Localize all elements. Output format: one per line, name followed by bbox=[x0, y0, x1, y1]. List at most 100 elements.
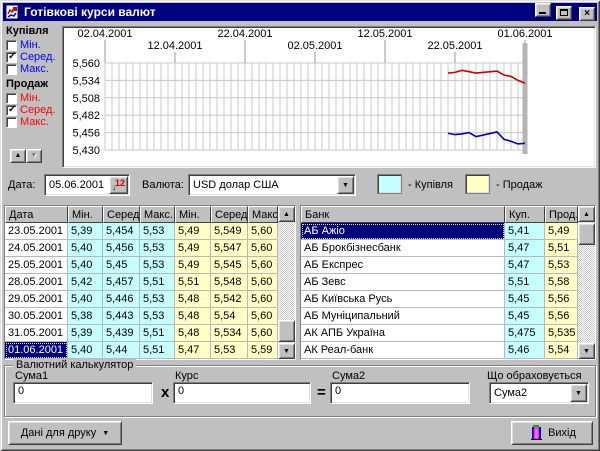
rates-cell[interactable]: 5,542 bbox=[211, 291, 248, 308]
banks-row[interactable]: АБ Зевс5,515,58 bbox=[301, 274, 595, 291]
rates-cell[interactable]: 5,48 bbox=[175, 291, 211, 308]
rates-cell[interactable]: 30.05.2001 bbox=[5, 308, 68, 325]
rates-row[interactable]: 31.05.20015,395,4395,515,485,5345,60 bbox=[5, 325, 295, 342]
banks-row[interactable]: АБ Експрес5,475,53 bbox=[301, 257, 595, 274]
calc-mode-select[interactable]: Сума2 ▼ bbox=[489, 382, 589, 404]
close-button[interactable]: × bbox=[579, 7, 595, 21]
rates-cell[interactable]: 5,454 bbox=[103, 223, 140, 240]
banks-cell[interactable]: АБ Експрес bbox=[301, 257, 505, 274]
rates-row[interactable]: 01.06.20015,405,445,515,475,535,59 bbox=[5, 342, 295, 359]
rates-cell[interactable]: 31.05.2001 bbox=[5, 325, 68, 342]
rates-cell[interactable]: 5,446 bbox=[103, 291, 140, 308]
rates-header-cell[interactable]: Дата bbox=[5, 206, 68, 223]
banks-row[interactable]: АБ Ажіо5,415,49 bbox=[301, 223, 595, 240]
banks-header-cell[interactable]: Банк bbox=[301, 206, 505, 223]
rates-cell[interactable]: 5,40 bbox=[68, 257, 103, 274]
banks-cell[interactable]: 5,51 bbox=[505, 274, 545, 291]
banks-cell[interactable]: 5,47 bbox=[505, 240, 545, 257]
scroll-up-icon[interactable]: ▲ bbox=[578, 206, 595, 222]
banks-cell[interactable]: 5,535 bbox=[545, 325, 578, 342]
scroll-right-button[interactable]: ▼ bbox=[26, 149, 42, 163]
scroll-up-icon[interactable]: ▲ bbox=[278, 206, 295, 222]
rates-row[interactable]: 30.05.20015,385,4435,535,485,545,60 bbox=[5, 308, 295, 325]
rates-cell[interactable]: 5,456 bbox=[103, 240, 140, 257]
rates-cell[interactable]: 5,38 bbox=[68, 308, 103, 325]
banks-cell[interactable]: 5,56 bbox=[545, 308, 578, 325]
banks-scrollbar-thumb[interactable] bbox=[578, 223, 595, 245]
rates-cell[interactable]: 5,53 bbox=[140, 240, 175, 257]
rates-scrollbar-thumb[interactable] bbox=[278, 320, 295, 342]
rates-row[interactable]: 25.05.20015,405,455,535,495,5455,60 bbox=[5, 257, 295, 274]
rates-cell[interactable]: 5,51 bbox=[140, 274, 175, 291]
banks-cell[interactable]: 5,45 bbox=[505, 291, 545, 308]
rates-cell[interactable]: 5,547 bbox=[211, 240, 248, 257]
banks-row[interactable]: АК АПБ Україна5,4755,535 bbox=[301, 325, 595, 342]
rates-header-cell[interactable]: Макс. bbox=[140, 206, 175, 223]
rates-scrollbar[interactable]: ▲ ▼ bbox=[278, 206, 295, 359]
banks-cell[interactable]: 5,53 bbox=[545, 257, 578, 274]
rates-cell[interactable]: 5,60 bbox=[248, 291, 278, 308]
rate-input[interactable]: 0 bbox=[173, 382, 311, 404]
banks-scrollbar[interactable]: ▲ ▼ bbox=[578, 206, 595, 359]
checkbox-buy-min[interactable]: Мін. bbox=[6, 39, 62, 51]
banks-cell[interactable]: 5,49 bbox=[545, 223, 578, 240]
rates-cell[interactable]: 5,49 bbox=[175, 257, 211, 274]
rates-cell[interactable]: 5,60 bbox=[248, 223, 278, 240]
rates-row[interactable]: 23.05.20015,395,4545,535,495,5495,60 bbox=[5, 223, 295, 240]
rates-cell[interactable]: 25.05.2001 bbox=[5, 257, 68, 274]
checkbox-buy-avg[interactable]: Серед. bbox=[6, 51, 62, 63]
minimize-button[interactable] bbox=[535, 3, 551, 17]
rates-cell[interactable]: 28.05.2001 bbox=[5, 274, 68, 291]
rates-cell[interactable]: 5,53 bbox=[140, 308, 175, 325]
rates-cell[interactable]: 5,59 bbox=[248, 342, 278, 359]
rates-cell[interactable]: 5,439 bbox=[103, 325, 140, 342]
print-data-button[interactable]: Дані для друку ▼ bbox=[8, 421, 122, 445]
currency-select[interactable]: USD долар США ▼ bbox=[188, 174, 356, 196]
rates-row[interactable]: 28.05.20015,425,4575,515,515,5485,60 bbox=[5, 274, 295, 291]
banks-cell[interactable]: АБ Київська Русь bbox=[301, 291, 505, 308]
rates-cell[interactable]: 5,60 bbox=[248, 274, 278, 291]
rates-cell[interactable]: 01.06.2001 bbox=[5, 342, 68, 359]
rates-cell[interactable]: 5,39 bbox=[68, 223, 103, 240]
rates-cell[interactable]: 5,40 bbox=[68, 240, 103, 257]
banks-cell[interactable]: 5,58 bbox=[545, 274, 578, 291]
checkbox-sell-avg[interactable]: Серед. bbox=[6, 104, 62, 116]
banks-cell[interactable]: 5,56 bbox=[545, 291, 578, 308]
rates-cell[interactable]: 5,54 bbox=[211, 308, 248, 325]
rates-cell[interactable]: 5,45 bbox=[103, 257, 140, 274]
rates-cell[interactable]: 5,60 bbox=[248, 257, 278, 274]
sell-max-checkbox[interactable] bbox=[6, 117, 17, 128]
banks-cell[interactable]: АБ Муніципальний bbox=[301, 308, 505, 325]
rates-cell[interactable]: 5,60 bbox=[248, 240, 278, 257]
scroll-left-button[interactable]: ▲ bbox=[10, 149, 26, 163]
banks-cell[interactable]: 5,51 bbox=[545, 240, 578, 257]
rates-row[interactable]: 29.05.20015,405,4465,535,485,5425,60 bbox=[5, 291, 295, 308]
rates-cell[interactable]: 5,48 bbox=[175, 325, 211, 342]
banks-cell[interactable]: АК Реал-банк bbox=[301, 342, 505, 359]
rates-cell[interactable]: 5,534 bbox=[211, 325, 248, 342]
rates-cell[interactable]: 5,549 bbox=[211, 223, 248, 240]
exit-button[interactable]: Вихід bbox=[511, 421, 593, 445]
rates-cell[interactable]: 29.05.2001 bbox=[5, 291, 68, 308]
rates-cell[interactable]: 5,457 bbox=[103, 274, 140, 291]
banks-cell[interactable]: АБ Брокбізнесбанк bbox=[301, 240, 505, 257]
rates-cell[interactable]: 5,51 bbox=[140, 325, 175, 342]
rates-cell[interactable]: 5,49 bbox=[175, 240, 211, 257]
rates-cell[interactable]: 5,60 bbox=[248, 325, 278, 342]
rates-header-cell[interactable]: Серед. bbox=[103, 206, 140, 223]
calendar-button[interactable]: 12 ↓ bbox=[109, 176, 128, 194]
rates-cell[interactable]: 5,49 bbox=[175, 223, 211, 240]
banks-cell[interactable]: 5,475 bbox=[505, 325, 545, 342]
rates-header-cell[interactable]: Мін. bbox=[68, 206, 103, 223]
buy-max-checkbox[interactable] bbox=[6, 64, 17, 75]
rates-cell[interactable]: 5,39 bbox=[68, 325, 103, 342]
rates-cell[interactable]: 24.05.2001 bbox=[5, 240, 68, 257]
rates-cell[interactable]: 5,53 bbox=[140, 257, 175, 274]
sell-avg-checkbox[interactable] bbox=[6, 105, 17, 116]
sum1-input[interactable]: 0 bbox=[13, 382, 153, 404]
rates-header-cell[interactable]: Мін. bbox=[175, 206, 211, 223]
rates-cell[interactable]: 5,47 bbox=[175, 342, 211, 359]
rates-cell[interactable]: 5,40 bbox=[68, 342, 103, 359]
banks-row[interactable]: АК Реал-банк5,465,54 bbox=[301, 342, 595, 359]
banks-row[interactable]: АБ Муніципальний5,455,56 bbox=[301, 308, 595, 325]
